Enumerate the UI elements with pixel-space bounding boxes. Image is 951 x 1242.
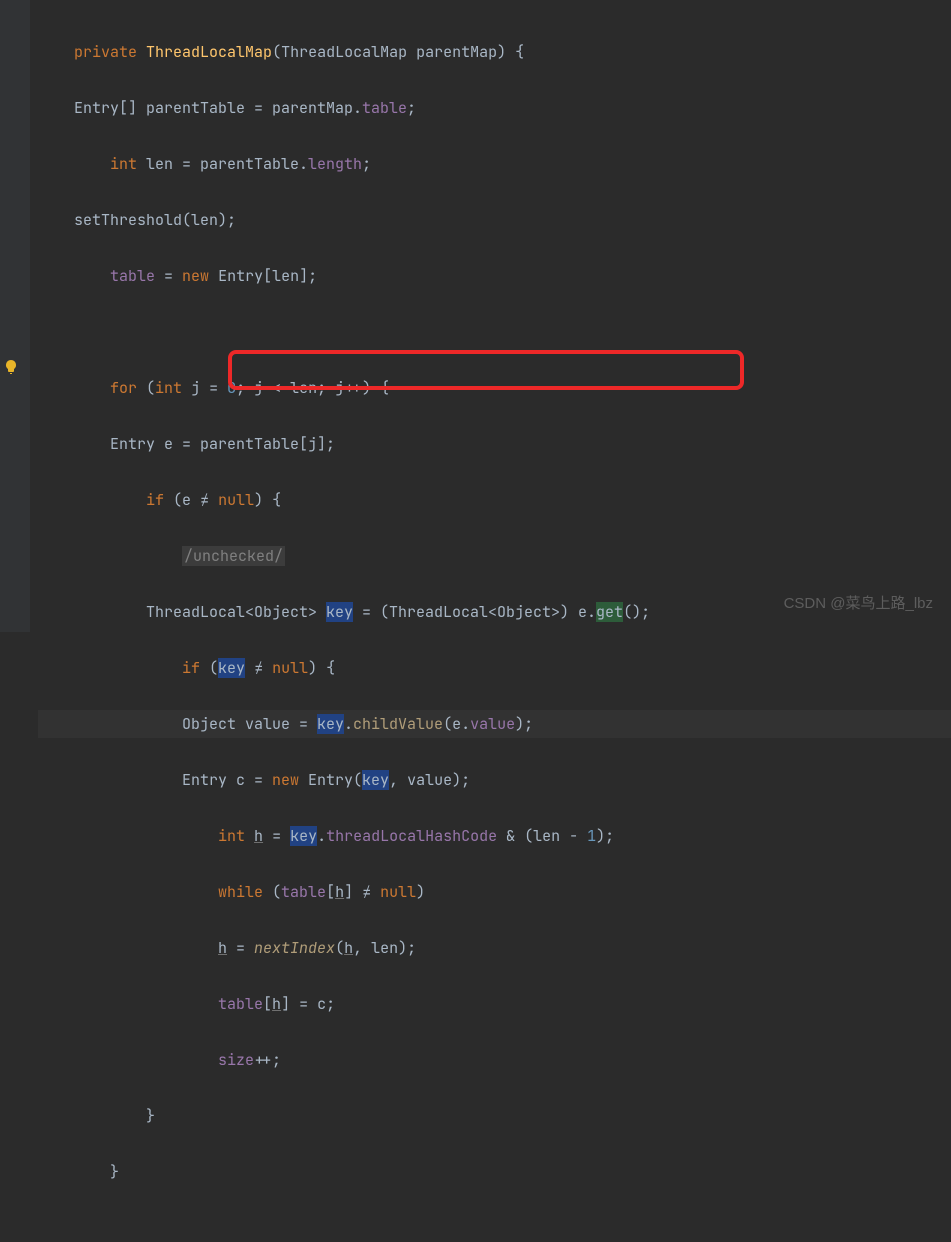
code-line: h = nextIndex(h, len); xyxy=(38,934,951,962)
code-line: int h = key.threadLocalHashCode & (len -… xyxy=(38,822,951,850)
code-editor[interactable]: private ThreadLocalMap(ThreadLocalMap pa… xyxy=(0,0,951,1242)
code-line: int len = parentTable.length; xyxy=(38,150,951,178)
code-line: if (key ≠ null) { xyxy=(38,654,951,682)
watermark-text: CSDN @菜鸟上路_lbz xyxy=(784,590,933,618)
code-line: setThreshold(len); xyxy=(38,206,951,234)
code-line: while (table[h] ≠ null) xyxy=(38,878,951,906)
code-line: /unchecked/ xyxy=(38,542,951,570)
intention-bulb-icon[interactable] xyxy=(3,356,19,372)
code-line: Entry[] parentTable = parentMap.table; xyxy=(38,94,951,122)
code-line xyxy=(38,318,951,346)
code-line: if (e ≠ null) { xyxy=(38,486,951,514)
code-line: } xyxy=(38,1158,951,1186)
code-line-highlighted: Object value = key.childValue(e.value); xyxy=(38,710,951,738)
code-line: } xyxy=(38,1102,951,1130)
code-line: Entry c = new Entry(key, value); xyxy=(38,766,951,794)
code-line: table = new Entry[len]; xyxy=(38,262,951,290)
code-line: size++; xyxy=(38,1046,951,1074)
code-line: table[h] = c; xyxy=(38,990,951,1018)
code-line: Entry e = parentTable[j]; xyxy=(38,430,951,458)
code-line: for (int j = 0; j < len; j++) { xyxy=(38,374,951,402)
code-line: private ThreadLocalMap(ThreadLocalMap pa… xyxy=(38,38,951,66)
